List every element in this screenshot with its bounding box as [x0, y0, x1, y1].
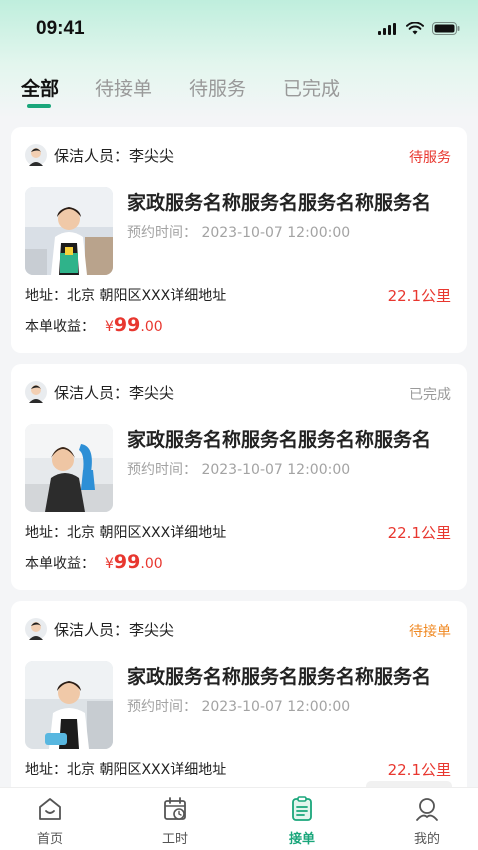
- service-thumbnail: [25, 187, 113, 275]
- status-icons: [378, 22, 460, 35]
- tabbar-label: 接单: [288, 832, 315, 847]
- home-icon: [39, 798, 61, 820]
- income-value: ¥99.00: [105, 551, 163, 573]
- service-name: 家政服务名称服务名服务名称服务名: [127, 666, 432, 688]
- income-decimal: .00: [140, 556, 163, 572]
- service-name: 家政服务名称服务名服务名称服务名: [127, 429, 432, 451]
- bottom-tab-bar: 首页 工时 接单 我的: [0, 787, 478, 850]
- tab-completed[interactable]: 已完成: [283, 74, 340, 101]
- income-row: 本单收益： ¥99.00: [25, 551, 163, 573]
- service-thumbnail: [25, 424, 113, 512]
- order-card[interactable]: 保洁人员： 李尖尖 待服务 家政服务名称服务名服务名称服务名 预约时间： 202…: [11, 127, 467, 353]
- status-time: 09:41: [36, 18, 85, 39]
- wifi-icon: [406, 22, 424, 35]
- distance: 22.1公里: [387, 524, 451, 542]
- time-value: 2023-10-07 12:00:00: [201, 699, 351, 715]
- income-decimal: .00: [140, 319, 163, 335]
- order-status: 待服务: [409, 150, 451, 166]
- currency-symbol: ¥: [105, 556, 114, 572]
- distance: 22.1公里: [387, 761, 451, 779]
- time-label: 预约时间：: [127, 462, 197, 478]
- active-tab-indicator: [27, 104, 51, 108]
- worker-name: 李尖尖: [129, 620, 175, 639]
- signal-icon: [378, 22, 396, 35]
- income-label: 本单收益：: [25, 319, 95, 335]
- tab-pending-service[interactable]: 待服务: [189, 74, 246, 101]
- worker-row: 保洁人员： 李尖尖: [25, 144, 174, 166]
- tabbar-item-home[interactable]: 首页: [10, 788, 90, 850]
- income-value: ¥99.00: [105, 314, 163, 336]
- calendar-clock-icon: [164, 797, 186, 820]
- worker-label: 保洁人员：: [54, 146, 130, 165]
- order-status: 待接单: [409, 624, 451, 640]
- worker-row: 保洁人员： 李尖尖: [25, 381, 174, 403]
- address: 地址：北京 朝阳区XXX详细地址: [25, 288, 227, 304]
- tabbar-label: 我的: [413, 832, 440, 847]
- currency-symbol: ¥: [105, 319, 114, 335]
- tabbar-label: 首页: [36, 832, 63, 847]
- tabbar-item-mine[interactable]: 我的: [387, 788, 467, 850]
- tab-all[interactable]: 全部: [21, 74, 59, 101]
- time-label: 预约时间：: [127, 225, 197, 241]
- worker-label: 保洁人员：: [54, 620, 130, 639]
- tabbar-item-worktime[interactable]: 工时: [135, 788, 215, 850]
- income-row: 本单收益： ¥99.00: [25, 314, 163, 336]
- tabbar-label: 工时: [161, 832, 188, 847]
- order-card[interactable]: 保洁人员： 李尖尖 已完成 家政服务名称服务名服务名称服务名 预约时间： 202…: [11, 364, 467, 590]
- user-icon: [416, 798, 438, 821]
- distance: 22.1公里: [387, 287, 451, 305]
- avatar-icon: [25, 618, 47, 640]
- order-tabs: 全部 待接单 待服务 已完成: [0, 68, 478, 112]
- worker-label: 保洁人员：: [54, 383, 130, 402]
- order-status: 已完成: [409, 387, 451, 403]
- income-integer: 99: [113, 314, 141, 336]
- appointment-time: 预约时间： 2023-10-07 12:00:00: [127, 459, 350, 479]
- worker-name: 李尖尖: [129, 383, 175, 402]
- appointment-time: 预约时间： 2023-10-07 12:00:00: [127, 696, 350, 716]
- status-bar: 09:41: [0, 0, 478, 60]
- worker-name: 李尖尖: [129, 146, 175, 165]
- address: 地址：北京 朝阳区XXX详细地址: [25, 762, 227, 778]
- tabbar-item-orders[interactable]: 接单: [262, 788, 342, 850]
- time-label: 预约时间：: [127, 699, 197, 715]
- service-thumbnail: [25, 661, 113, 749]
- time-value: 2023-10-07 12:00:00: [201, 462, 351, 478]
- avatar-icon: [25, 381, 47, 403]
- tab-pending-accept[interactable]: 待接单: [95, 74, 152, 101]
- income-integer: 99: [113, 551, 141, 573]
- appointment-time: 预约时间： 2023-10-07 12:00:00: [127, 222, 350, 242]
- order-list-icon: [292, 796, 312, 821]
- worker-row: 保洁人员： 李尖尖: [25, 618, 174, 640]
- time-value: 2023-10-07 12:00:00: [201, 225, 351, 241]
- service-name: 家政服务名称服务名服务名称服务名: [127, 192, 432, 214]
- income-label: 本单收益：: [25, 556, 95, 572]
- avatar-icon: [25, 144, 47, 166]
- battery-icon: [432, 22, 460, 35]
- address: 地址：北京 朝阳区XXX详细地址: [25, 525, 227, 541]
